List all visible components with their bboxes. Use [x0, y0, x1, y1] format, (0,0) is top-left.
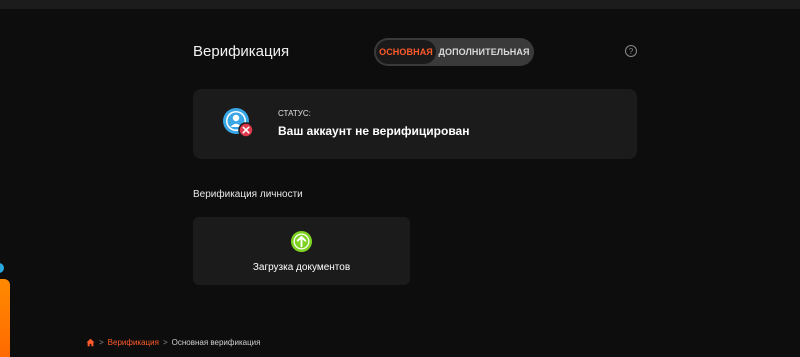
status-text: Ваш аккаунт не верифицирован [278, 124, 470, 138]
identity-section-title: Верификация личности [193, 189, 303, 200]
upload-documents-button[interactable]: Загрузка документов [193, 217, 410, 285]
breadcrumb-separator: > [162, 338, 168, 347]
tab-additional[interactable]: ДОПОЛНИТЕЛЬНАЯ [436, 40, 532, 64]
tab-basic[interactable]: ОСНОВНАЯ [376, 40, 436, 64]
user-unverified-icon [223, 108, 254, 138]
breadcrumb: > Верификация > Основная верификация [86, 338, 260, 347]
home-icon[interactable] [86, 338, 95, 347]
breadcrumb-verification[interactable]: Верификация [108, 338, 159, 347]
breadcrumb-current: Основная верификация [171, 338, 261, 347]
status-label: СТАТУС: [278, 109, 311, 118]
arrow-up-circle-icon [290, 230, 313, 253]
help-icon[interactable]: ? [625, 45, 637, 57]
verification-tabs: ОСНОВНАЯ ДОПОЛНИТЕЛЬНАЯ [374, 38, 534, 66]
breadcrumb-separator: > [99, 338, 104, 347]
side-indicator[interactable] [0, 263, 4, 273]
side-tab[interactable] [0, 279, 10, 357]
page-title: Верификация [193, 43, 290, 60]
upload-documents-label: Загрузка документов [252, 262, 351, 273]
top-bar [0, 0, 800, 9]
status-card: СТАТУС: Ваш аккаунт не верифицирован [193, 89, 637, 159]
